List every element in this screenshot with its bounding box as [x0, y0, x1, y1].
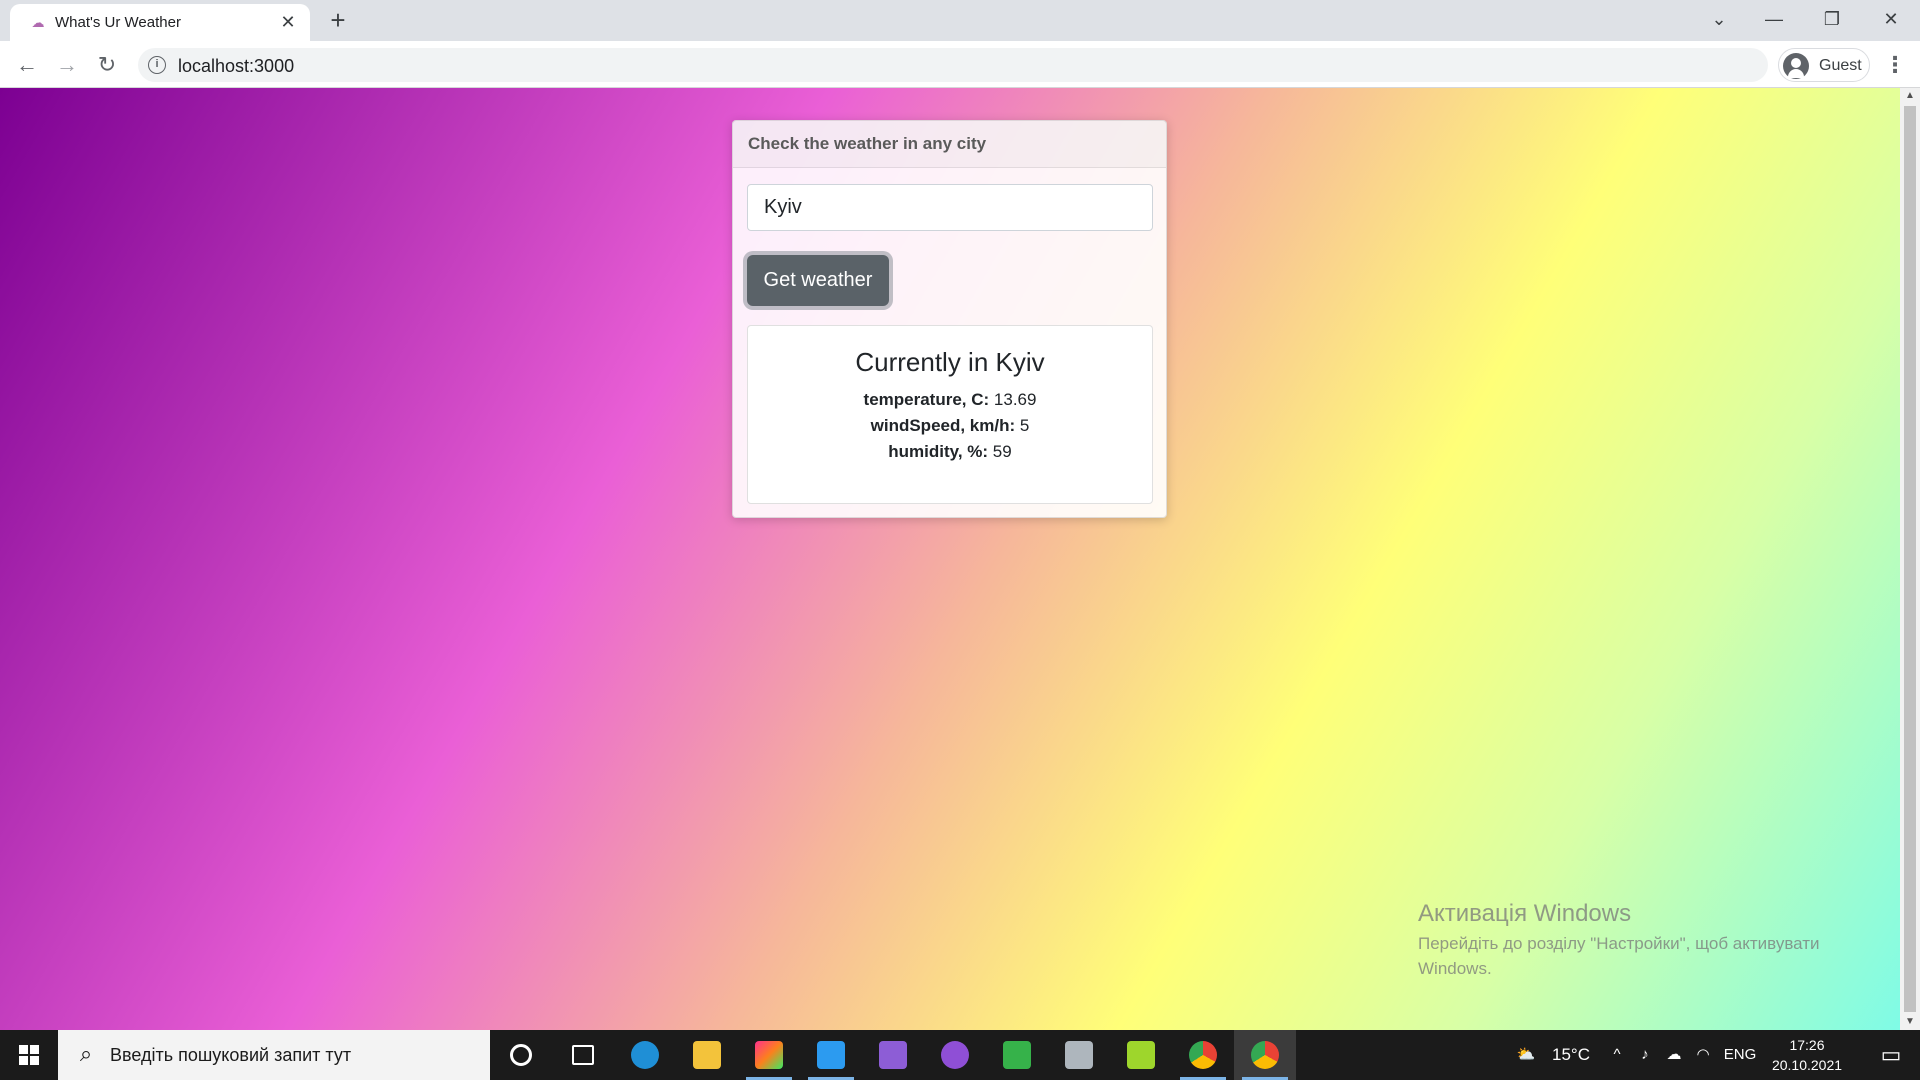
- tray-temperature[interactable]: 15°C: [1544, 1030, 1598, 1080]
- taskbar-calculator[interactable]: [1048, 1030, 1110, 1080]
- notification-center-icon[interactable]: ▭: [1862, 1030, 1920, 1080]
- activation-subtitle: Перейдіть до розділу "Настройки", щоб ак…: [1418, 934, 1820, 978]
- forward-icon[interactable]: →: [51, 49, 83, 81]
- volume-icon[interactable]: ♪: [1632, 1030, 1658, 1080]
- profile-label: Guest: [1819, 57, 1862, 74]
- profile-button[interactable]: Guest: [1778, 48, 1870, 82]
- chrome-icon: [1251, 1041, 1279, 1069]
- temperature-value: 13.69: [993, 390, 1037, 409]
- url-text[interactable]: localhost:3000: [178, 56, 294, 77]
- scroll-up-icon[interactable]: ▲: [1900, 88, 1920, 104]
- back-icon[interactable]: ←: [11, 49, 43, 81]
- cortana-icon: [510, 1044, 532, 1066]
- taskbar-vscode[interactable]: [800, 1030, 862, 1080]
- clock-time: 17:26: [1789, 1037, 1825, 1053]
- close-window-button[interactable]: ✕: [1862, 0, 1920, 38]
- taskbar-search[interactable]: ⌕ Введіть пошуковий запит тут: [58, 1030, 490, 1080]
- wind-speed-value: 5: [1019, 416, 1030, 435]
- card-header: Check the weather in any city: [733, 121, 1166, 168]
- windows-taskbar: ⌕ Введіть пошуковий запит тут ⛅ 15°C ^ ♪: [0, 1030, 1920, 1080]
- reload-icon[interactable]: ↻: [91, 49, 123, 81]
- humidity-label: humidity, %:: [888, 442, 989, 461]
- search-icon: ⌕: [79, 1041, 93, 1066]
- wind-speed-row: windSpeed, km/h: 5: [748, 413, 1152, 439]
- search-placeholder: Введіть пошуковий запит тут: [110, 1045, 352, 1065]
- page-viewport: Check the weather in any city Get weathe…: [0, 88, 1900, 1030]
- taskbar-intellij[interactable]: [738, 1030, 800, 1080]
- page-scrollbar[interactable]: ▲ ▼: [1900, 88, 1920, 1030]
- scroll-down-icon[interactable]: ▼: [1900, 1014, 1920, 1030]
- taskbar-github-desktop[interactable]: [924, 1030, 986, 1080]
- tab-search-icon[interactable]: ⌄: [1690, 0, 1748, 38]
- taskbar-git-kraken[interactable]: [986, 1030, 1048, 1080]
- cortana-button[interactable]: [490, 1030, 552, 1080]
- address-bar[interactable]: i localhost:3000: [138, 48, 1768, 82]
- scroll-thumb[interactable]: [1904, 106, 1916, 1012]
- temperature-row: temperature, C: 13.69: [748, 387, 1152, 413]
- edge-icon: [631, 1041, 659, 1069]
- github-desktop-icon: [941, 1041, 969, 1069]
- intellij-icon: [755, 1041, 783, 1069]
- browser-tab[interactable]: ☁ What's Ur Weather ✕: [10, 4, 310, 41]
- vscode-icon: [817, 1041, 845, 1069]
- tab-title: What's Ur Weather: [55, 14, 181, 31]
- file-explorer-icon: [693, 1041, 721, 1069]
- language-indicator[interactable]: ENG: [1720, 1030, 1760, 1080]
- onedrive-cloud-icon[interactable]: ☁: [1660, 1030, 1688, 1080]
- browser-tabstrip: ☁ What's Ur Weather ✕ + ⌄ — ❐ ✕: [0, 0, 1920, 41]
- calculator-icon: [1065, 1041, 1093, 1069]
- restore-button[interactable]: ❐: [1803, 0, 1861, 38]
- start-button[interactable]: [0, 1030, 58, 1080]
- taskbar-chrome-guest[interactable]: [1172, 1030, 1234, 1080]
- weather-result-panel: Currently in Kyiv temperature, C: 13.69 …: [747, 325, 1153, 504]
- new-tab-button[interactable]: +: [324, 6, 352, 34]
- wind-speed-label: windSpeed, km/h:: [870, 416, 1016, 435]
- clock-date: 20.10.2021: [1771, 1057, 1843, 1073]
- task-view-icon: [572, 1045, 594, 1065]
- git-kraken-icon: [1003, 1041, 1031, 1069]
- humidity-row: humidity, %: 59: [748, 439, 1152, 465]
- taskbar-clock[interactable]: 17:26 20.10.2021: [1760, 1035, 1854, 1075]
- browser-menu-icon[interactable]: ⋮: [1880, 49, 1910, 81]
- taskbar-file-explorer[interactable]: [676, 1030, 738, 1080]
- browser-toolbar: ← → ↻ i localhost:3000 Guest ⋮: [0, 41, 1920, 88]
- chevron-up-icon[interactable]: ^: [1604, 1030, 1630, 1080]
- green-app-icon: [1127, 1041, 1155, 1069]
- taskbar-visual-studio[interactable]: [862, 1030, 924, 1080]
- windows-logo-icon: [19, 1045, 39, 1065]
- guest-avatar-icon: [1783, 53, 1809, 79]
- weather-favicon-icon: ☁: [31, 15, 45, 30]
- minimize-button[interactable]: —: [1745, 0, 1803, 38]
- weather-cloud-icon[interactable]: ⛅: [1508, 1030, 1544, 1080]
- site-info-icon[interactable]: i: [148, 56, 166, 74]
- wifi-icon[interactable]: ◠: [1690, 1030, 1716, 1080]
- taskbar-edge[interactable]: [614, 1030, 676, 1080]
- temperature-label: temperature, C:: [863, 390, 990, 409]
- activation-title: Активація Windows: [1418, 900, 1632, 927]
- city-input[interactable]: [747, 184, 1153, 231]
- close-tab-icon[interactable]: ✕: [278, 12, 298, 32]
- taskbar-green-app[interactable]: [1110, 1030, 1172, 1080]
- result-title: Currently in Kyiv: [855, 347, 1045, 377]
- get-weather-button[interactable]: Get weather: [747, 255, 889, 306]
- humidity-value: 59: [992, 442, 1012, 461]
- visual-studio-icon: [879, 1041, 907, 1069]
- chrome-guest-icon: [1189, 1041, 1217, 1069]
- weather-card: Check the weather in any city Get weathe…: [732, 120, 1167, 518]
- task-view-button[interactable]: [552, 1030, 614, 1080]
- windows-activation-watermark: Активація Windows Перейдіть до розділу "…: [1418, 900, 1878, 981]
- taskbar-chrome[interactable]: [1234, 1030, 1296, 1080]
